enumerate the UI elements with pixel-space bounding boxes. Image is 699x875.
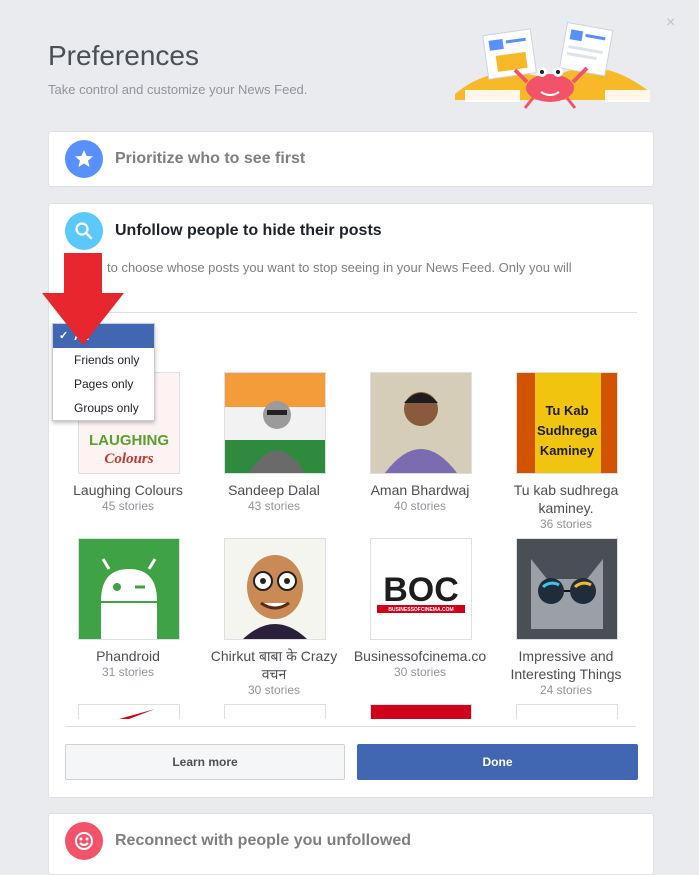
laughing-logo-text: LAUGHING (89, 432, 169, 449)
unfollow-divider (65, 312, 637, 313)
thumb-partial[interactable] (78, 704, 180, 719)
person-name[interactable]: Tu kab sudhrega kaminey. (496, 481, 636, 517)
red-arrow-annotation (42, 253, 124, 345)
thumb-partial[interactable] (370, 704, 472, 719)
filter-option-groups[interactable]: Groups only (53, 396, 154, 420)
colours-logo-text: Colours (104, 451, 153, 467)
story-count: 30 stories (393, 665, 447, 679)
learn-more-button[interactable]: Learn more (65, 744, 345, 780)
thumb-partial[interactable] (516, 704, 618, 719)
person-name[interactable]: Impressive and Interesting Things (496, 647, 636, 683)
smiley-icon (65, 822, 103, 860)
filter-option-pages[interactable]: Pages only (53, 372, 154, 396)
tukab-line-3: Kaminey (540, 443, 595, 458)
person-name[interactable]: Chirkut बाबा के Crazy वचन (204, 647, 344, 683)
footer-divider (65, 726, 636, 727)
thumb-aman-bhardwaj[interactable] (370, 372, 472, 474)
reconnect-card[interactable]: Reconnect with people you unfollowed (48, 813, 654, 875)
close-icon[interactable]: × (666, 14, 675, 32)
story-count: 31 stories (101, 665, 155, 679)
person-name[interactable]: Laughing Colours (58, 481, 198, 499)
thumb-sandeep-dalal[interactable] (224, 372, 326, 474)
thumb-tu-kab-sudhrega[interactable]: Tu Kab Sudhrega Kaminey (516, 372, 618, 474)
story-count: 24 stories (539, 683, 593, 697)
story-count: 30 stories (247, 683, 301, 697)
prioritize-card[interactable]: Prioritize who to see first (48, 131, 654, 187)
filter-option-friends[interactable]: Friends only (53, 348, 154, 372)
tukab-line-2: Sudhrega (537, 423, 598, 438)
thumb-businessofcinema[interactable]: BOC BUSINESSOFCINEMA.COM (370, 538, 472, 640)
story-count: 40 stories (393, 499, 447, 513)
boc-tagline-text: BUSINESSOFCINEMA.COM (388, 607, 453, 613)
done-button[interactable]: Done (357, 744, 638, 780)
person-name[interactable]: Aman Bhardwaj (350, 481, 490, 499)
thumb-chirkut-baba[interactable] (224, 538, 326, 640)
page-subtitle: Take control and customize your News Fee… (48, 82, 308, 97)
story-count: 36 stories (539, 517, 593, 531)
unfollow-description: to choose whose posts you want to stop s… (107, 260, 572, 275)
tukab-line-1: Tu Kab (545, 403, 588, 418)
unfollow-label: Unfollow people to hide their posts (115, 222, 382, 239)
story-count: 45 stories (101, 499, 155, 513)
crab-illustration (455, 21, 650, 109)
person-name[interactable]: Sandeep Dalal (204, 481, 344, 499)
reconnect-label: Reconnect with people you unfollowed (115, 832, 412, 849)
story-count: 43 stories (247, 499, 301, 513)
star-icon (65, 140, 103, 178)
boc-logo-text: BOC (383, 571, 459, 609)
thumb-partial[interactable] (224, 704, 326, 719)
thumb-impressive-things[interactable] (516, 538, 618, 640)
page-title: Preferences (48, 40, 199, 71)
thumb-phandroid[interactable] (78, 538, 180, 640)
search-icon (65, 212, 103, 250)
prioritize-label: Prioritize who to see first (115, 150, 306, 167)
person-name[interactable]: Phandroid (58, 647, 198, 665)
person-name[interactable]: Businessofcinema.co (350, 647, 490, 665)
